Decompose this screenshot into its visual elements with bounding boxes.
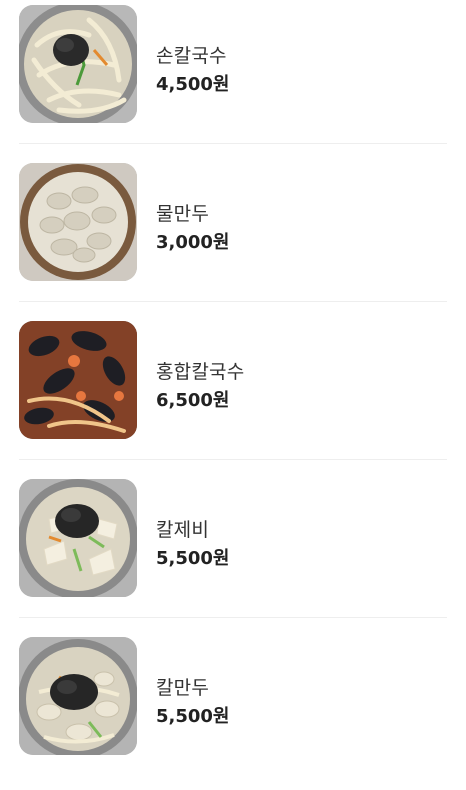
menu-item-photo[interactable] [19,163,137,281]
menu-item-price: 5,500원 [156,548,230,569]
menu-item-photo[interactable] [19,321,137,439]
menu-item-photo[interactable] [19,637,137,755]
menu-item[interactable]: 물만두 3,000원 [0,158,466,316]
menu-item-name: 물만두 [156,203,210,225]
menu-item-price: 3,000원 [156,232,230,253]
menu-item-name: 손칼국수 [156,45,227,67]
menu-item[interactable]: 칼만두 5,500원 [0,632,466,790]
menu-item[interactable]: 홍합칼국수 6,500원 [0,316,466,474]
divider [19,301,447,302]
menu-list: 손칼국수 4,500원 물만두 3,000원 홍합칼국수 6,500원 칼제비 … [0,0,466,761]
menu-item-photo[interactable] [19,5,137,123]
divider [19,617,447,618]
menu-item-name: 칼만두 [156,677,210,699]
menu-item-name: 칼제비 [156,519,210,541]
menu-item[interactable]: 손칼국수 4,500원 [0,0,466,158]
menu-item-price: 6,500원 [156,390,230,411]
menu-item-name: 홍합칼국수 [156,361,245,383]
menu-item[interactable]: 칼제비 5,500원 [0,474,466,632]
menu-item-price: 4,500원 [156,74,230,95]
menu-item-price: 5,500원 [156,706,230,727]
divider [19,459,447,460]
menu-item-photo[interactable] [19,479,137,597]
divider [19,143,447,144]
